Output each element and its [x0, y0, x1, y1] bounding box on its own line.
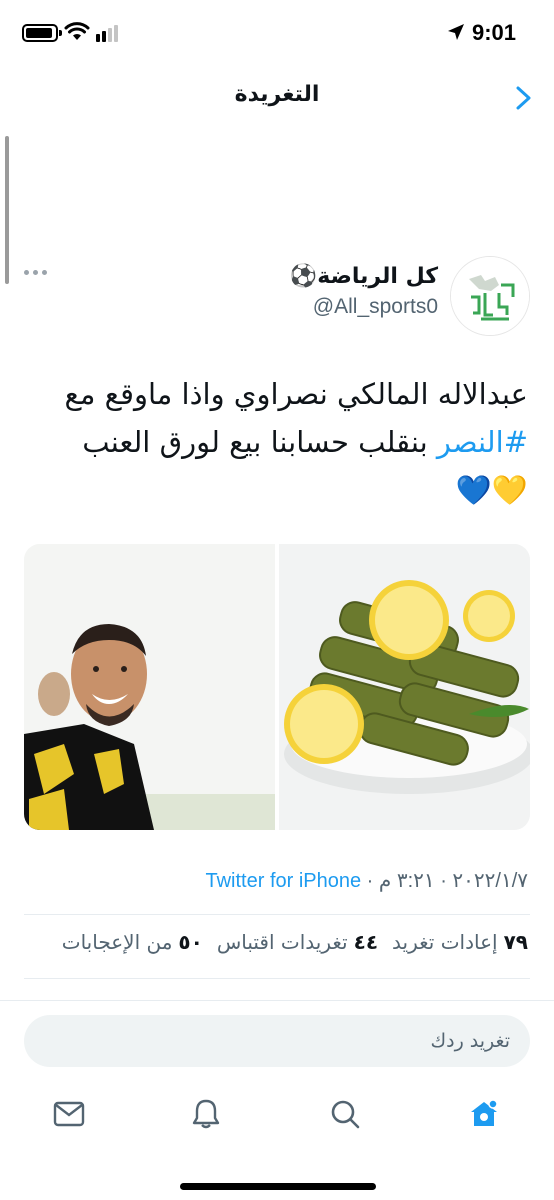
quotes-label: تغريدات اقتباس: [216, 930, 348, 954]
tweet-timestamp: ٢٠٢٢/١/٧ · ٣:٢١ م ·: [361, 870, 528, 892]
status-time: 9:01: [471, 20, 516, 45]
tweet-text: عبدالاله المالكي نصراوي واذا ماوقع مع #ا…: [18, 370, 528, 514]
retweets-count: ٧٩: [503, 930, 528, 954]
hashtag-link[interactable]: #النصر: [437, 425, 528, 459]
battery-icon: [22, 24, 62, 42]
search-icon: [331, 1100, 360, 1129]
nav-header: التغريدة: [0, 66, 554, 128]
tweet-meta: ٢٠٢٢/١/٧ · ٣:٢١ م · Twitter for iPhone: [206, 868, 529, 893]
quotes-count: ٤٤: [353, 930, 379, 954]
reply-area: تغريد ردك: [0, 1000, 554, 1200]
back-chevron-icon[interactable]: [512, 84, 536, 112]
home-indicator: [180, 1183, 376, 1190]
quotes-stat[interactable]: ٤٤تغريدات اقتباس: [217, 930, 378, 954]
location-arrow-icon: [448, 24, 464, 40]
sports-logo-icon: [451, 257, 529, 335]
more-options-icon[interactable]: [24, 270, 47, 275]
reply-input[interactable]: تغريد ردك: [24, 1015, 530, 1067]
status-bar: 9:01: [0, 0, 554, 66]
likes-label: من الإعجابات: [61, 930, 173, 954]
bell-icon: [192, 1099, 220, 1129]
tab-notifications[interactable]: [181, 1091, 231, 1137]
tab-bar: [0, 1091, 554, 1141]
retweets-stat[interactable]: ٧٩إعادات تغريد: [392, 930, 528, 954]
scroll-indicator: [5, 136, 9, 284]
likes-stat[interactable]: ٥٠من الإعجابات: [62, 930, 203, 954]
author-block[interactable]: كل الرياضة⚽️ @All_sports0: [290, 262, 438, 322]
tab-messages[interactable]: [44, 1091, 94, 1137]
wifi-icon: [64, 22, 90, 40]
tweet-text-line2: #النصر بنقلب حسابنا بيع لورق العنب: [18, 418, 528, 466]
tweet-text-line2-rest: بنقلب حسابنا بيع لورق العنب: [82, 425, 437, 459]
mail-icon: [53, 1101, 85, 1127]
media-grid: [24, 544, 530, 830]
cellular-signal-icon: [96, 24, 118, 42]
tweet-text-line1: عبدالاله المالكي نصراوي واذا ماوقع مع: [64, 377, 528, 411]
page-title: التغريدة: [234, 82, 320, 107]
retweets-label: إعادات تغريد: [392, 930, 498, 954]
author-handle[interactable]: @All_sports0: [290, 292, 438, 322]
tweet-source-link[interactable]: Twitter for iPhone: [206, 870, 362, 892]
tweet-emojis: 💛💙: [455, 473, 528, 507]
likes-count: ٥٠: [178, 930, 203, 954]
home-icon: [471, 1099, 498, 1126]
tab-search[interactable]: [320, 1091, 370, 1137]
tab-home[interactable]: [459, 1091, 509, 1137]
divider: [24, 914, 530, 915]
divider: [24, 978, 530, 979]
player-photo[interactable]: [24, 544, 275, 830]
grape-leaves-photo[interactable]: [279, 544, 530, 830]
avatar[interactable]: [450, 256, 530, 336]
tweet-stats: ٧٩إعادات تغريد ٤٤تغريدات اقتباس ٥٠من الإ…: [62, 930, 528, 954]
author-name[interactable]: كل الرياضة⚽️: [290, 262, 438, 292]
